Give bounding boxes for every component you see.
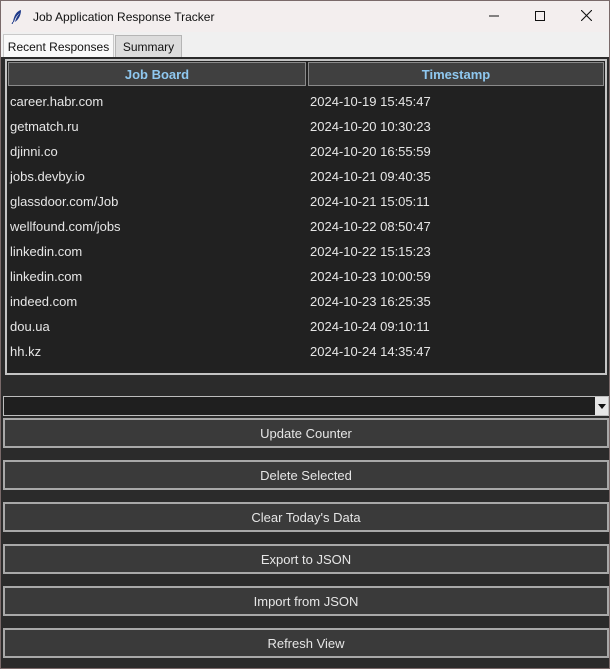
import-json-button[interactable]: Import from JSON [3, 586, 609, 616]
recent-responses-panel: Job Board Timestamp career.habr.com 2024… [3, 57, 609, 665]
table-row[interactable]: dou.ua 2024-10-24 09:10:11 [7, 314, 605, 339]
job-board-cell: getmatch.ru [10, 119, 79, 134]
timestamp-cell: 2024-10-23 10:00:59 [310, 269, 431, 284]
export-json-button[interactable]: Export to JSON [3, 544, 609, 574]
maximize-button[interactable] [517, 1, 563, 32]
feather-icon [11, 9, 25, 25]
chevron-down-icon[interactable] [595, 397, 608, 415]
table-header: Job Board Timestamp [7, 61, 605, 87]
timestamp-cell: 2024-10-24 14:35:47 [310, 344, 431, 359]
job-board-combobox[interactable] [3, 396, 609, 416]
column-header-timestamp[interactable]: Timestamp [308, 62, 604, 86]
timestamp-cell: 2024-10-22 08:50:47 [310, 219, 431, 234]
timestamp-cell: 2024-10-20 10:30:23 [310, 119, 431, 134]
title-bar[interactable]: Job Application Response Tracker [1, 1, 609, 32]
timestamp-cell: 2024-10-21 09:40:35 [310, 169, 431, 184]
job-board-cell: hh.kz [10, 344, 42, 359]
tab-recent-responses[interactable]: Recent Responses [3, 34, 114, 58]
app-window: Job Application Response Tracker Recent … [0, 0, 610, 669]
job-board-cell: dou.ua [10, 319, 50, 334]
timestamp-cell: 2024-10-24 09:10:11 [310, 319, 430, 334]
tab-strip: Recent Responses Summary [1, 32, 609, 58]
maximize-icon [535, 8, 545, 26]
table-row[interactable]: getmatch.ru 2024-10-20 10:30:23 [7, 114, 605, 139]
table-row[interactable]: indeed.com 2024-10-23 16:25:35 [7, 289, 605, 314]
responses-table[interactable]: Job Board Timestamp career.habr.com 2024… [5, 59, 607, 375]
job-board-cell: linkedin.com [10, 269, 83, 284]
timestamp-cell: 2024-10-20 16:55:59 [310, 144, 431, 159]
refresh-view-button[interactable]: Refresh View [3, 628, 609, 658]
job-board-cell: linkedin.com [10, 244, 83, 259]
timestamp-cell: 2024-10-19 15:45:47 [310, 94, 431, 109]
job-board-cell: jobs.devby.io [10, 169, 85, 184]
timestamp-cell: 2024-10-22 15:15:23 [310, 244, 431, 259]
job-board-cell: indeed.com [10, 294, 78, 309]
table-row[interactable]: wellfound.com/jobs 2024-10-22 08:50:47 [7, 214, 605, 239]
minimize-icon [489, 8, 499, 26]
window-title: Job Application Response Tracker [33, 9, 215, 24]
table-body: career.habr.com 2024-10-19 15:45:47 getm… [7, 89, 605, 364]
table-row[interactable]: djinni.co 2024-10-20 16:55:59 [7, 139, 605, 164]
job-board-cell: career.habr.com [10, 94, 104, 109]
table-row[interactable]: career.habr.com 2024-10-19 15:45:47 [7, 89, 605, 114]
column-header-job-board[interactable]: Job Board [8, 62, 306, 86]
update-counter-button[interactable]: Update Counter [3, 418, 609, 448]
close-button[interactable] [563, 1, 609, 32]
job-board-cell: wellfound.com/jobs [10, 219, 121, 234]
table-row[interactable]: linkedin.com 2024-10-23 10:00:59 [7, 264, 605, 289]
timestamp-cell: 2024-10-23 16:25:35 [310, 294, 431, 309]
job-board-cell: glassdoor.com/Job [10, 194, 119, 209]
table-row[interactable]: glassdoor.com/Job 2024-10-21 15:05:11 [7, 189, 605, 214]
minimize-button[interactable] [471, 1, 517, 32]
timestamp-cell: 2024-10-21 15:05:11 [310, 194, 430, 209]
table-row[interactable]: hh.kz 2024-10-24 14:35:47 [7, 339, 605, 364]
clear-today-data-button[interactable]: Clear Today's Data [3, 502, 609, 532]
close-icon [580, 8, 592, 26]
table-row[interactable]: jobs.devby.io 2024-10-21 09:40:35 [7, 164, 605, 189]
job-board-cell: djinni.co [10, 144, 58, 159]
delete-selected-button[interactable]: Delete Selected [3, 460, 609, 490]
tab-summary[interactable]: Summary [115, 35, 182, 57]
table-row[interactable]: linkedin.com 2024-10-22 15:15:23 [7, 239, 605, 264]
